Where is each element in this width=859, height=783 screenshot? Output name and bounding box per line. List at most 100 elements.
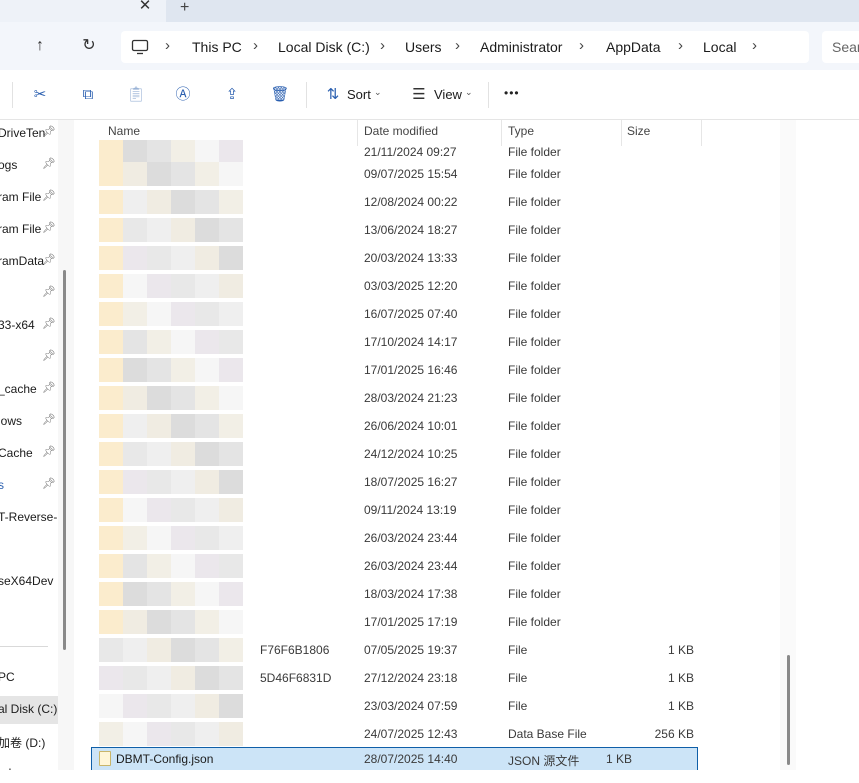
obscured-name-block [99, 330, 123, 354]
chevron-right-icon: › [579, 37, 584, 54]
chevron-right-icon[interactable]: › [752, 37, 757, 54]
obscured-name-block [99, 610, 123, 634]
sidebar-item-label: s [0, 478, 4, 492]
file-row[interactable]: 26/06/2024 10:01 File folder [74, 412, 780, 440]
share-icon[interactable]: ⇪ [221, 84, 243, 106]
cut-icon[interactable]: ✂ [29, 84, 51, 106]
file-row[interactable]: 24/07/2025 12:43 Data Base File 256 KB [74, 720, 780, 748]
delete-icon[interactable]: 🗑︎ [269, 84, 291, 106]
obscured-name-block [171, 666, 195, 690]
search-box[interactable]: Sear [822, 31, 859, 63]
sidebar-scroll-track[interactable] [58, 120, 74, 783]
view-button[interactable]: ☰ View ⌄ [406, 82, 476, 108]
obscured-name-block [123, 218, 147, 242]
obscured-name-block [219, 526, 243, 550]
file-row[interactable]: 09/07/2025 15:54 File folder [74, 160, 780, 188]
sidebar-item[interactable]: 📌︎ [0, 344, 58, 372]
sidebar-item[interactable]: seX64Dev [0, 568, 58, 596]
obscured-name-block [195, 330, 219, 354]
file-row[interactable]: 12/08/2024 00:22 File folder [74, 188, 780, 216]
file-type: File folder [508, 419, 561, 433]
obscured-name-block [99, 414, 123, 438]
file-date-modified: 21/11/2024 09:27 [364, 145, 457, 159]
new-tab-button[interactable]: + [166, 0, 859, 22]
paste-icon[interactable]: 📋︎ [125, 84, 147, 106]
file-row[interactable]: 28/03/2024 21:23 File folder [74, 384, 780, 412]
file-row[interactable]: 17/01/2025 16:46 File folder [74, 356, 780, 384]
breadcrumb-this-pc[interactable]: This PC [192, 39, 242, 55]
chevron-down-icon: ⌄ [465, 87, 473, 97]
sidebar-item[interactable]: ram File 📌︎ [0, 216, 58, 244]
sidebar-item[interactable]: s 📌︎ [0, 472, 58, 500]
obscured-name-block [195, 610, 219, 634]
breadcrumb-appdata[interactable]: AppData [606, 39, 660, 55]
sidebar-item[interactable]: Cache 📌︎ [0, 440, 58, 468]
file-type: File folder [508, 279, 561, 293]
file-row[interactable]: 18/03/2024 17:38 File folder [74, 580, 780, 608]
obscured-name-block [195, 218, 219, 242]
file-row[interactable]: 09/11/2024 13:19 File folder [74, 496, 780, 524]
address-bar[interactable]: › This PC › Local Disk (C:) › Users › Ad… [121, 31, 809, 63]
rename-icon[interactable]: Ⓐ [172, 84, 194, 106]
refresh-button[interactable]: ↻ [75, 32, 103, 60]
close-tab-icon[interactable]: ✕ [136, 0, 154, 18]
file-row[interactable]: 18/07/2025 16:27 File folder [74, 468, 780, 496]
file-row[interactable]: 20/03/2024 13:33 File folder [74, 244, 780, 272]
sidebar-divider [0, 646, 48, 647]
pin-icon: 📌︎ [42, 286, 56, 298]
breadcrumb-local[interactable]: Local [703, 39, 736, 55]
file-row[interactable]: 17/10/2024 14:17 File folder [74, 328, 780, 356]
obscured-name-block [147, 638, 171, 662]
pin-icon: 📌︎ [42, 190, 56, 202]
file-row[interactable]: 26/03/2024 23:44 File folder [74, 552, 780, 580]
file-row[interactable]: 03/03/2025 12:20 File folder [74, 272, 780, 300]
sidebar-item[interactable]: 📌︎ [0, 280, 58, 308]
sidebar-item[interactable]: 加卷 (D:) [0, 728, 58, 756]
sidebar-item[interactable]: ram File 📌︎ [0, 184, 58, 212]
sidebar-item[interactable]: lows 📌︎ [0, 408, 58, 436]
sidebar-item[interactable]: _cache 📌︎ [0, 376, 58, 404]
sidebar-item[interactable]: 33-x64 📌︎ [0, 312, 58, 340]
file-row[interactable]: 17/01/2025 17:19 File folder [74, 608, 780, 636]
file-row[interactable]: 13/06/2024 18:27 File folder [74, 216, 780, 244]
up-button[interactable]: ↑ [26, 32, 54, 60]
breadcrumb-users[interactable]: Users [405, 39, 442, 55]
file-row-selected[interactable]: DBMT-Config.json 28/07/2025 14:40 JSON 源文件… [91, 747, 698, 770]
obscured-name-block [99, 246, 123, 270]
sidebar-item[interactable]: DriveTen 📌︎ [0, 120, 58, 148]
sidebar-scrollbar-thumb[interactable] [63, 270, 66, 650]
pin-icon: 📌︎ [42, 158, 56, 170]
obscured-name-block [123, 274, 147, 298]
file-row[interactable]: 5D46F6831D 27/12/2024 23:18 File 1 KB [74, 664, 780, 692]
sidebar-item[interactable]: al Disk (C:) [0, 696, 58, 724]
more-options-icon[interactable]: ••• [504, 86, 520, 100]
status-bar [0, 770, 859, 783]
breadcrumb-administrator[interactable]: Administrator [480, 39, 562, 55]
obscured-name-block [99, 162, 123, 186]
obscured-name-block [195, 386, 219, 410]
file-size: 1 KB [667, 671, 694, 685]
obscured-name-block [123, 302, 147, 326]
file-row[interactable]: 16/07/2025 07:40 File folder [74, 300, 780, 328]
copy-icon[interactable]: ⧉ [77, 84, 99, 106]
sidebar-item[interactable] [0, 536, 58, 564]
obscured-name-block [219, 246, 243, 270]
file-row[interactable]: 24/12/2024 10:25 File folder [74, 440, 780, 468]
breadcrumb-local-disk[interactable]: Local Disk (C:) [278, 39, 370, 55]
obscured-name-block [147, 218, 171, 242]
sidebar-item[interactable]: ogs 📌︎ [0, 152, 58, 180]
file-type: File folder [508, 587, 561, 601]
sidebar-item[interactable]: ramData 📌︎ [0, 248, 58, 276]
file-row[interactable]: F76F6B1806 07/05/2025 19:37 File 1 KB [74, 636, 780, 664]
list-scrollbar-thumb[interactable] [787, 655, 790, 765]
sidebar-item[interactable]: T-Reverse- [0, 504, 58, 532]
search-input[interactable]: Sear [832, 39, 859, 55]
plus-icon: + [180, 0, 190, 16]
obscured-name-block [195, 302, 219, 326]
sort-button[interactable]: ⇅ Sort ⌄ [320, 82, 386, 108]
obscured-name-block [99, 358, 123, 382]
file-row[interactable]: 26/03/2024 23:44 File folder [74, 524, 780, 552]
obscured-name-block [123, 386, 147, 410]
sidebar-item[interactable]: PC [0, 664, 58, 692]
file-row[interactable]: 23/03/2024 07:59 File 1 KB [74, 692, 780, 720]
